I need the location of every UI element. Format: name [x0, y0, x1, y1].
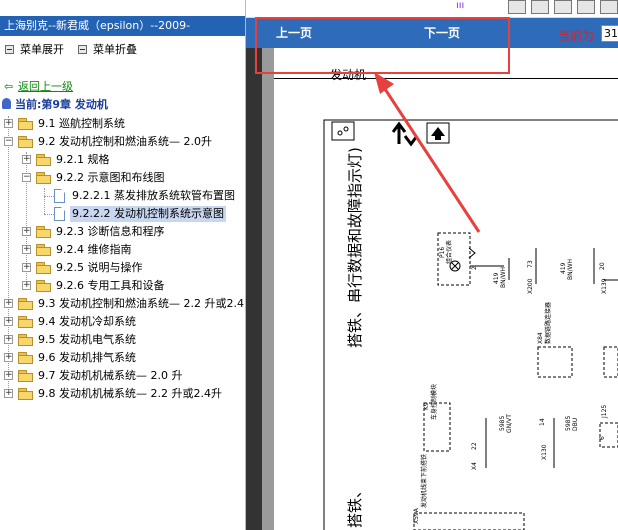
expand-toggle[interactable]: + — [22, 281, 31, 290]
svg-text:5985: 5985 — [499, 416, 506, 431]
folder-icon — [36, 154, 52, 166]
x84-box — [537, 346, 573, 378]
expand-toggle[interactable]: + — [22, 245, 31, 254]
current-chapter: 当前:第9章 发动机 — [2, 98, 108, 112]
expand-toggle[interactable]: + — [22, 155, 31, 164]
toolbar-button[interactable] — [531, 0, 549, 14]
power-arrows-icon — [391, 121, 419, 147]
folder-icon — [36, 226, 52, 238]
collapse-toggle[interactable]: − — [22, 173, 31, 182]
folder-icon — [18, 370, 34, 382]
expand-toggle[interactable]: + — [4, 299, 13, 308]
svg-text:J125: J125 — [601, 405, 608, 419]
svg-text:22: 22 — [471, 442, 478, 450]
menu-collapse-button[interactable]: 菜单折叠 — [78, 42, 137, 58]
collapse-icon — [78, 45, 87, 54]
svg-text:X4: X4 — [471, 462, 478, 470]
folder-icon — [18, 352, 34, 364]
folder-icon — [18, 334, 34, 346]
expand-toggle[interactable]: + — [4, 119, 13, 128]
menu-expand-button[interactable]: 菜单展开 — [5, 42, 64, 58]
wiring-diagram: 搭铁、串行数据和故障指示灯) 搭铁、 P16 组合仪表 2 419 BN/WH … — [323, 119, 618, 530]
svg-text:6: 6 — [599, 436, 606, 440]
toolbar-icon[interactable]: ııı — [456, 0, 468, 12]
location-icon — [2, 98, 11, 109]
toolbar-button[interactable] — [577, 0, 595, 14]
folder-icon — [18, 316, 34, 328]
folder-open-icon — [36, 172, 52, 184]
diagram-title: 搭铁、串行数据和故障指示灯) — [346, 147, 364, 348]
svg-text:X59A: X59A — [413, 507, 420, 524]
folder-icon — [18, 388, 34, 400]
folder-open-icon — [18, 136, 34, 148]
document-icon — [54, 189, 65, 203]
toc-pane: 上海别克--新君威（epsilon）--2009- 菜单展开 菜单折叠 ⇦ 返回上… — [0, 0, 246, 530]
svg-text:14: 14 — [539, 418, 546, 426]
back-arrow-icon: ⇦ — [4, 80, 14, 93]
document-viewer: ııı 上一页 下一页 当前为 发动机 搭铁、串行数据和故障指示灯) — [246, 0, 618, 530]
current-page-label: 当前为 — [558, 29, 595, 43]
expand-toggle[interactable]: + — [22, 263, 31, 272]
svg-text:2: 2 — [471, 266, 478, 270]
svg-text:组合仪表: 组合仪表 — [445, 240, 453, 264]
expand-toggle[interactable]: + — [4, 371, 13, 380]
top-toolbar: ııı — [246, 0, 618, 17]
expand-toggle[interactable]: + — [4, 335, 13, 344]
folder-icon — [36, 262, 52, 274]
svg-text:BN/WH: BN/WH — [500, 267, 507, 288]
toolbar-button[interactable] — [508, 0, 526, 14]
prev-page-button[interactable]: 上一页 — [276, 24, 312, 41]
diagram-page: 发动机 搭铁、串行数据和故障指示灯) 搭铁、 P16 组合仪表 2 419 BN… — [274, 48, 618, 530]
p16-box — [437, 232, 471, 286]
x59a-box — [413, 512, 525, 530]
svg-text:73: 73 — [527, 260, 534, 268]
back-link[interactable]: ⇦ 返回上一级 — [4, 80, 73, 94]
svg-text:数据链路连接器: 数据链路连接器 — [544, 302, 552, 344]
toolbar-button[interactable] — [554, 0, 572, 14]
next-page-button[interactable]: 下一页 — [424, 24, 460, 41]
folder-icon — [36, 280, 52, 292]
svg-text:P16: P16 — [439, 247, 446, 258]
app-title: 上海别克--新君威（epsilon）--2009- — [0, 16, 245, 36]
svg-text:X130: X130 — [541, 444, 548, 460]
svg-text:车身控制模块: 车身控制模块 — [430, 384, 438, 420]
svg-text:X139: X139 — [601, 278, 608, 294]
svg-text:发动机线束下前搭铁: 发动机线束下前搭铁 — [420, 454, 428, 508]
folder-icon — [36, 244, 52, 256]
svg-text:X200: X200 — [527, 278, 534, 294]
folder-icon — [18, 118, 34, 130]
svg-text:20: 20 — [599, 262, 606, 270]
svg-text:5985: 5985 — [565, 416, 572, 431]
viewer-margin — [262, 48, 274, 530]
svg-text:K9: K9 — [423, 402, 430, 410]
expand-toggle[interactable]: + — [22, 227, 31, 236]
expand-toggle[interactable]: + — [4, 317, 13, 326]
svg-text:搭铁、: 搭铁、 — [346, 483, 364, 528]
svg-text:BN/WH: BN/WH — [567, 259, 574, 280]
folder-icon — [18, 298, 34, 310]
page-number-input[interactable] — [601, 25, 618, 42]
svg-text:419: 419 — [493, 272, 500, 284]
expand-toggle[interactable]: + — [4, 389, 13, 398]
toolbar-button[interactable] — [600, 0, 618, 14]
expand-toggle[interactable]: + — [4, 353, 13, 362]
document-icon — [54, 207, 65, 221]
collapse-toggle[interactable]: − — [4, 137, 13, 146]
svg-text:GN/VT: GN/VT — [506, 414, 513, 433]
expand-icon — [5, 45, 14, 54]
svg-text:X84: X84 — [537, 332, 544, 344]
svg-text:419: 419 — [560, 262, 567, 274]
svg-text:DBU: DBU — [572, 418, 579, 431]
viewer-gutter — [246, 48, 262, 530]
menu-toolbar: 菜单展开 菜单折叠 — [0, 40, 245, 60]
ground-symbol-box — [331, 121, 355, 141]
